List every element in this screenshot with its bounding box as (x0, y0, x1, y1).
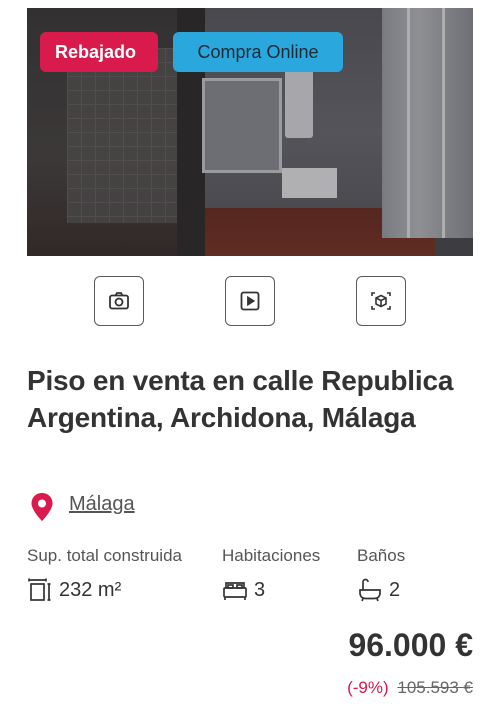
3d-tour-icon (371, 292, 391, 310)
bed-icon (223, 582, 247, 600)
3d-tour-button[interactable] (356, 276, 406, 326)
area-label: Sup. total construida (27, 546, 182, 565)
price-discount: (-9%) 105.593 € (347, 678, 473, 698)
reduced-badge: Rebajado (40, 32, 158, 72)
rooms-feature: 3 (222, 577, 265, 603)
online-purchase-badge: Compra Online (173, 32, 343, 72)
baths-label: Baños (357, 546, 406, 565)
area-value: 232 m² (59, 578, 122, 601)
listing-title[interactable]: Piso en venta en calle Republica Argenti… (27, 362, 457, 436)
rooms-label: Habitaciones (222, 546, 321, 565)
area-icon (28, 578, 51, 601)
camera-icon (109, 292, 129, 310)
area-feature: 232 m² (27, 577, 121, 603)
location-link[interactable]: Málaga (69, 493, 135, 516)
play-icon (240, 291, 260, 311)
location-pin-icon (31, 493, 53, 521)
baths-feature: 2 (357, 577, 400, 603)
video-button[interactable] (225, 276, 275, 326)
rooms-value: 3 (254, 578, 266, 601)
old-price: 105.593 € (397, 678, 473, 697)
baths-value: 2 (389, 578, 401, 601)
bathtub-icon (359, 578, 381, 602)
photos-button[interactable] (94, 276, 144, 326)
price: 96.000 € (348, 627, 473, 663)
discount-percent: (-9%) (347, 678, 389, 697)
property-card[interactable]: Rebajado Compra Online Piso en venta en … (0, 0, 500, 718)
